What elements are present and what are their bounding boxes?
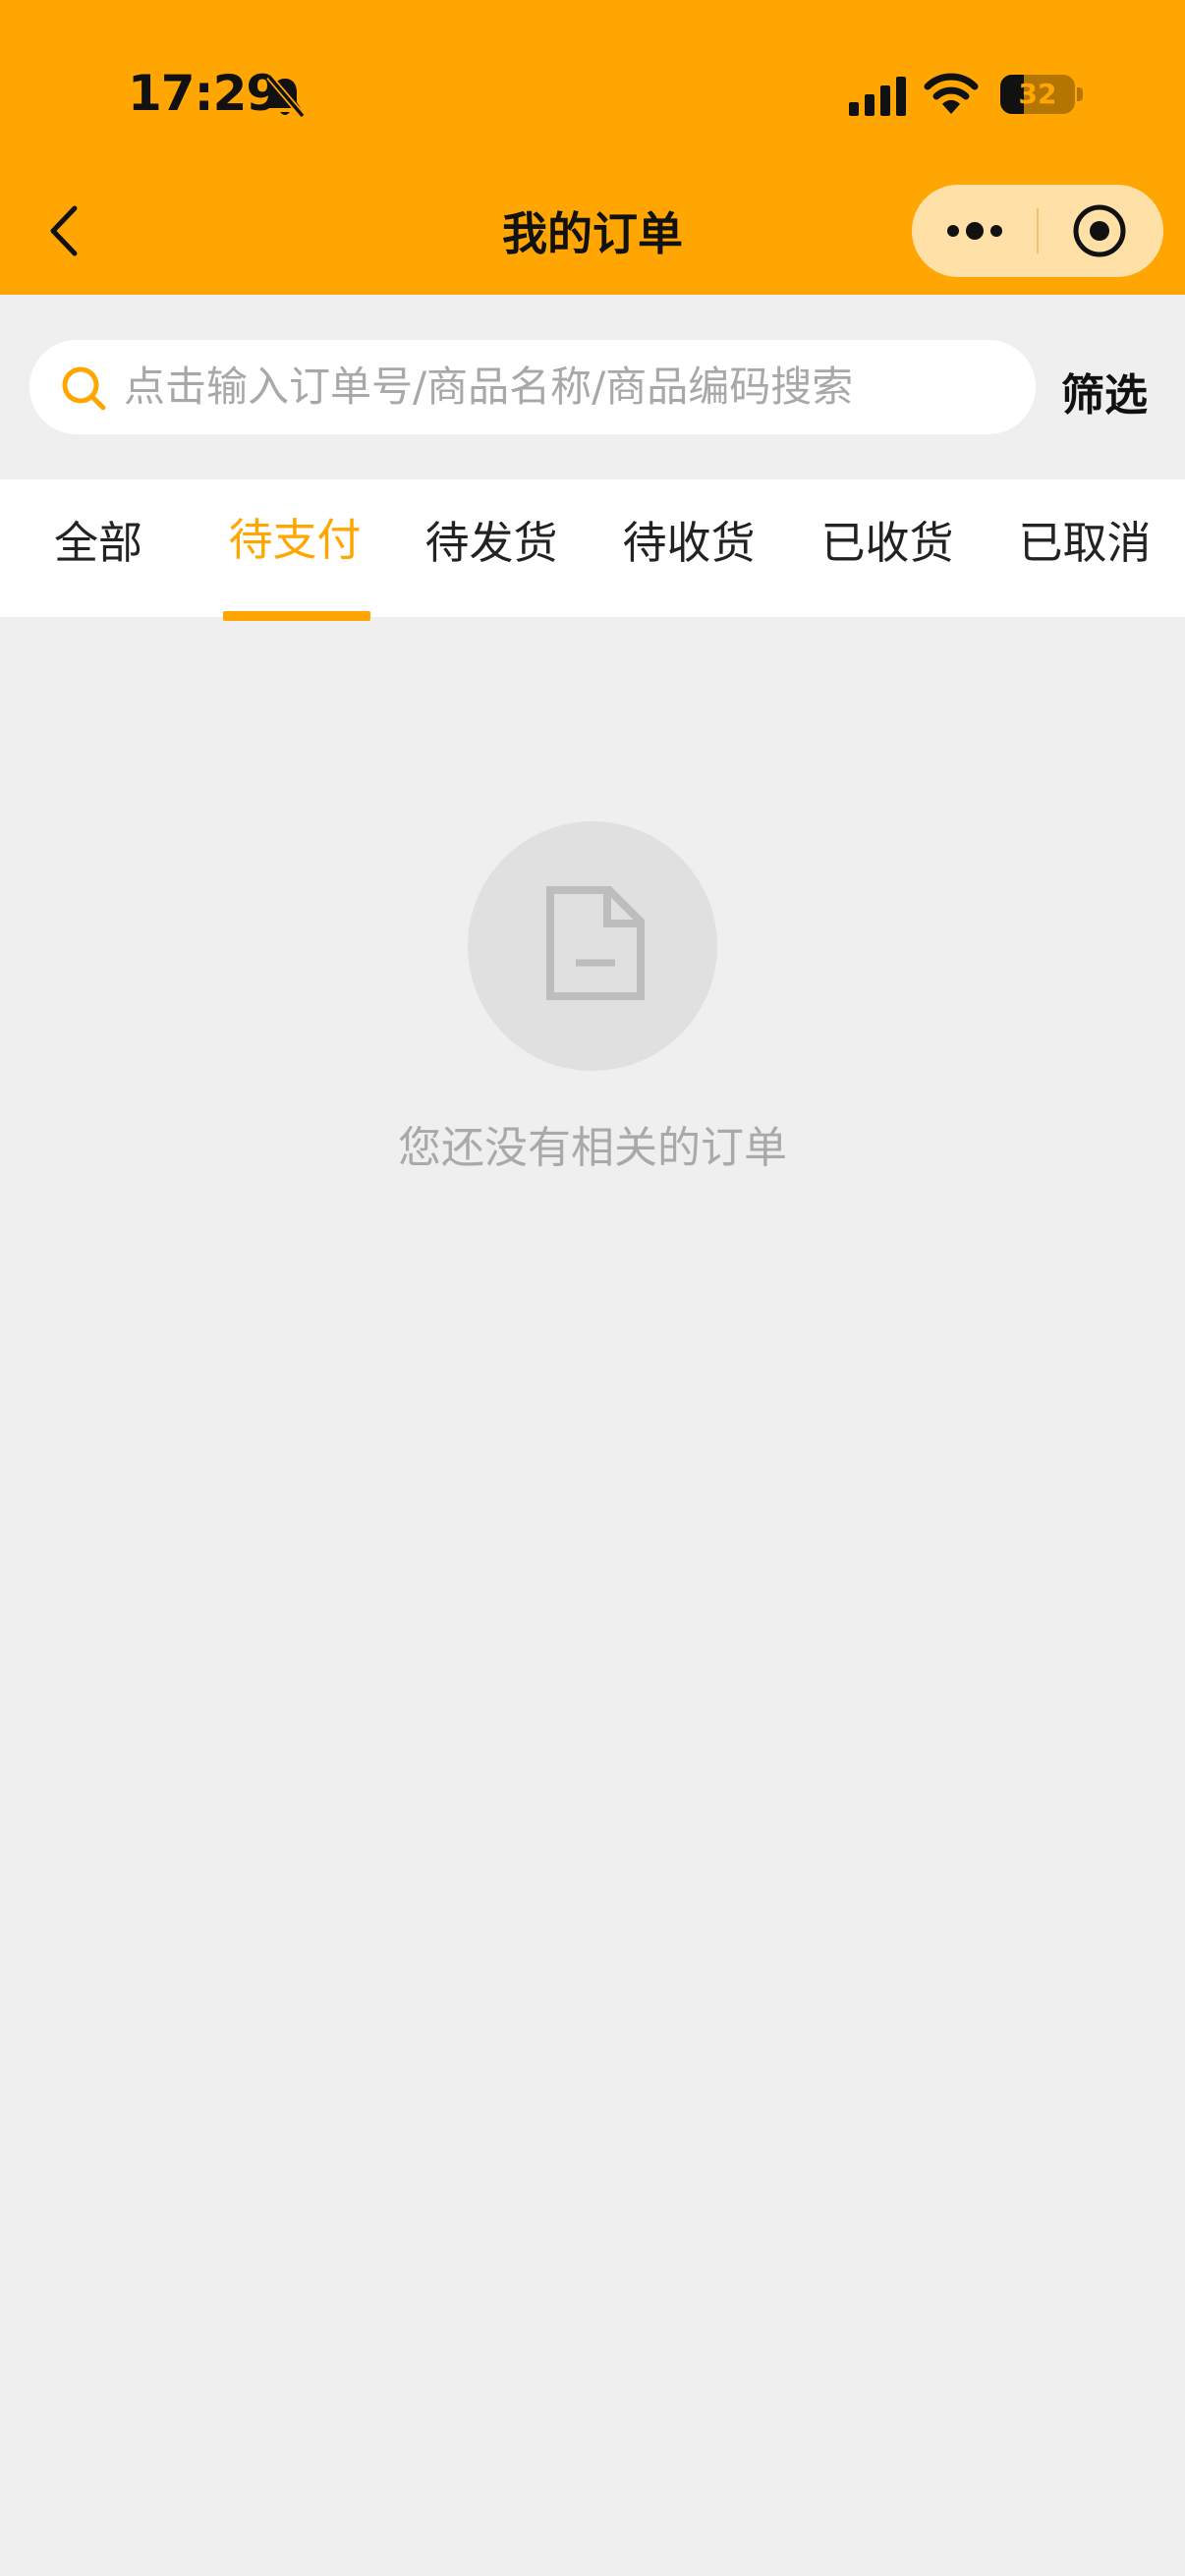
bell-off-icon bbox=[266, 74, 306, 119]
tab-all[interactable]: 全部 bbox=[0, 479, 197, 617]
target-icon bbox=[1073, 204, 1126, 257]
battery-icon: 32 bbox=[1000, 75, 1075, 114]
header-bar: 17:29 32 我的订单 bbox=[0, 0, 1185, 295]
battery-tip bbox=[1077, 87, 1083, 101]
active-tab-indicator bbox=[223, 611, 370, 621]
filter-button[interactable]: 筛选 bbox=[1061, 360, 1148, 422]
tab-pending-payment[interactable]: 待支付 bbox=[197, 479, 393, 617]
more-icon bbox=[947, 222, 1002, 240]
search-placeholder: 点击输入订单号/商品名称/商品编码搜索 bbox=[124, 363, 854, 411]
search-bar: 点击输入订单号/商品名称/商品编码搜索 筛选 bbox=[0, 295, 1185, 479]
tab-pending-receipt[interactable]: 待收货 bbox=[591, 479, 787, 617]
page-title: 我的订单 bbox=[502, 207, 683, 260]
close-button[interactable] bbox=[1039, 185, 1163, 277]
status-time: 17:29 bbox=[128, 65, 280, 122]
search-input[interactable]: 点击输入订单号/商品名称/商品编码搜索 bbox=[29, 340, 1036, 434]
tab-pending-shipment[interactable]: 待发货 bbox=[393, 479, 590, 617]
more-button[interactable] bbox=[912, 185, 1037, 277]
document-icon bbox=[546, 886, 645, 1000]
order-status-tabs: 全部 待支付 待发货 待收货 已收货 已取消 bbox=[0, 479, 1185, 621]
battery-text: 32 bbox=[1018, 78, 1057, 110]
search-icon bbox=[62, 366, 106, 411]
mini-program-capsule bbox=[912, 185, 1163, 277]
tab-received[interactable]: 已收货 bbox=[789, 479, 986, 617]
wifi-icon bbox=[924, 73, 979, 114]
empty-state-message: 您还没有相关的订单 bbox=[398, 1123, 787, 1173]
back-icon[interactable] bbox=[39, 196, 88, 265]
tab-cancelled[interactable]: 已取消 bbox=[987, 479, 1183, 617]
signal-icon bbox=[849, 77, 906, 116]
empty-state-icon-circle bbox=[468, 821, 717, 1071]
